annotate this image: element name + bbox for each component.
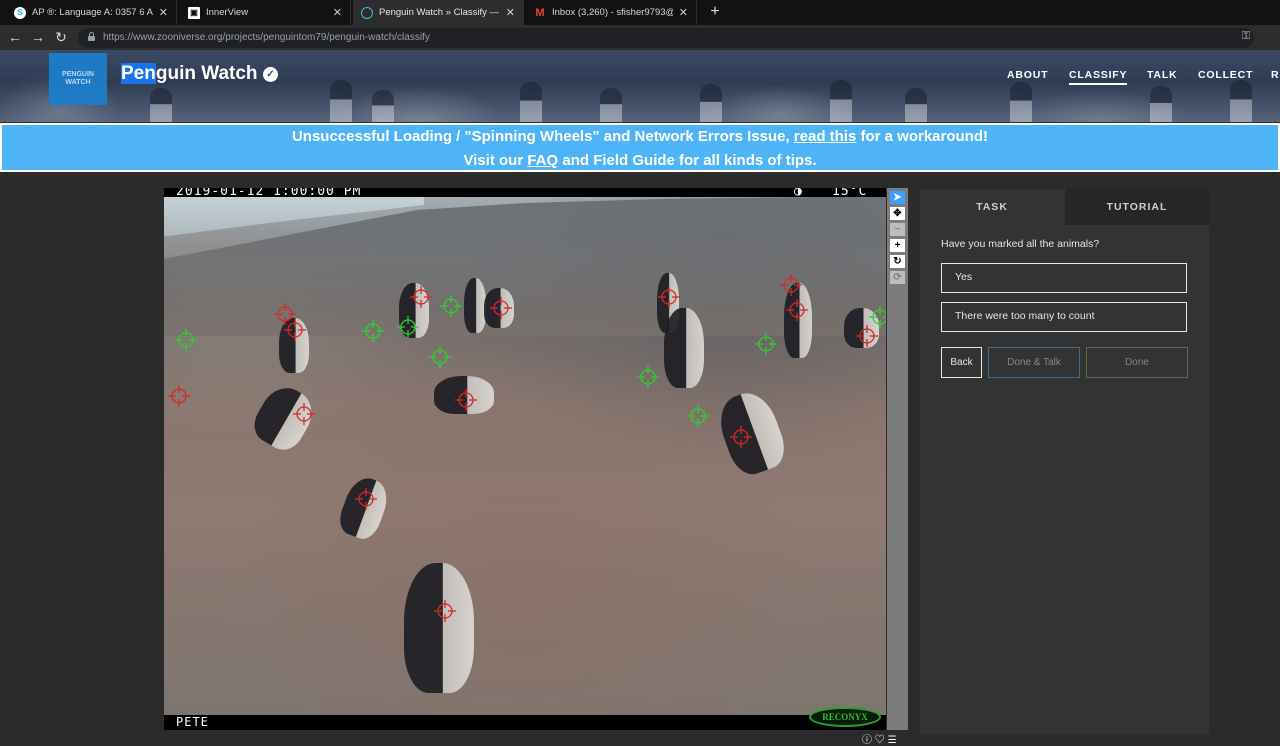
move-tool-icon[interactable]: ✥: [890, 207, 905, 220]
answer-yes[interactable]: Yes: [941, 263, 1187, 293]
red-marker[interactable]: [434, 600, 456, 622]
announcement-banner: Unsuccessful Loading / "Spinning Wheels"…: [0, 123, 1280, 172]
project-logo[interactable]: PENGUIN WATCH: [49, 53, 107, 105]
green-marker[interactable]: [362, 320, 384, 342]
close-icon[interactable]: ✕: [159, 6, 168, 19]
close-icon[interactable]: ✕: [679, 6, 688, 19]
announcement-text: Visit our: [463, 152, 528, 169]
image-tools: ➤ ✥ − + ↻ ⟳: [887, 188, 908, 730]
green-marker[interactable]: [869, 306, 886, 328]
viewer-footer: ⓘ ♡ ☰: [862, 731, 897, 746]
back-arrow-icon[interactable]: ←: [6, 28, 24, 46]
green-marker[interactable]: [755, 333, 777, 355]
gmail-icon: M: [535, 6, 545, 19]
green-marker[interactable]: [440, 295, 462, 317]
done-and-talk-button[interactable]: Done & Talk: [988, 347, 1080, 378]
red-marker[interactable]: [658, 286, 680, 308]
task-question: Have you marked all the animals?: [941, 238, 1100, 250]
marker-layer: [168, 274, 886, 622]
forward-arrow-icon[interactable]: →: [29, 28, 47, 46]
title-rest: guin Watch: [155, 63, 258, 84]
tab-title: Penguin Watch » Classify — Zoo: [379, 7, 500, 18]
reset-icon[interactable]: ⟳: [890, 271, 905, 284]
announcement-text: Unsuccessful Loading / "Spinning Wheels"…: [291, 128, 794, 145]
browser-toolbar: ← → ↻ https://www.zooniverse.org/project…: [0, 25, 1280, 50]
nav-about[interactable]: ABOUT: [1007, 69, 1048, 81]
red-marker[interactable]: [455, 389, 477, 411]
key-icon[interactable]: ⚿: [1242, 30, 1250, 43]
tab-penguin-watch[interactable]: Penguin Watch » Classify — Zoo ✕: [353, 0, 524, 25]
green-marker[interactable]: [175, 329, 197, 351]
close-icon[interactable]: ✕: [506, 6, 515, 19]
subject-image[interactable]: 2019-01-12 1:00:00 PM ◑ 15°C PETE RECONY…: [164, 188, 886, 730]
rotate-icon[interactable]: ↻: [890, 255, 905, 268]
close-icon[interactable]: ✕: [333, 6, 342, 19]
announcement-text: and Field Guide for all kinds of tips.: [558, 152, 817, 169]
green-marker[interactable]: [429, 346, 451, 368]
reload-icon[interactable]: ↻: [52, 28, 70, 46]
red-marker[interactable]: [786, 299, 808, 321]
faq-link[interactable]: FAQ: [527, 152, 558, 169]
tab-tutorial[interactable]: TUTORIAL: [1065, 189, 1209, 225]
url-path: /projects/penguintom79/penguin-watch/cla…: [222, 32, 430, 43]
tab-task[interactable]: TASK: [920, 189, 1064, 225]
red-marker[interactable]: [168, 385, 190, 407]
done-button[interactable]: Done: [1086, 347, 1188, 378]
task-panel: TASK TUTORIAL Have you marked all the an…: [920, 189, 1209, 734]
red-marker[interactable]: [730, 426, 752, 448]
url-domain: https://www.zooniverse.org: [103, 32, 223, 43]
project-title[interactable]: Penguin Watch: [121, 63, 258, 85]
red-marker[interactable]: [856, 325, 878, 347]
panel-tabs: TASK TUTORIAL: [920, 189, 1209, 225]
new-tab-button[interactable]: +: [706, 3, 724, 21]
skype-icon: S: [14, 6, 26, 19]
zoom-out-icon[interactable]: −: [890, 223, 905, 236]
address-bar[interactable]: https://www.zooniverse.org/projects/peng…: [78, 28, 1254, 48]
red-marker[interactable]: [410, 286, 432, 308]
announcement-line-1: Unsuccessful Loading / "Spinning Wheels"…: [2, 128, 1278, 145]
red-marker[interactable]: [284, 319, 306, 341]
pointer-tool-icon[interactable]: ➤: [890, 191, 905, 204]
browser-tab-strip: S AP ®: Language A: 0357 6 AP ® ✕ ▣ Inne…: [0, 0, 1280, 25]
zoom-in-icon[interactable]: +: [890, 239, 905, 252]
green-marker[interactable]: [687, 405, 709, 427]
tab-ap-language[interactable]: S AP ®: Language A: 0357 6 AP ® ✕: [6, 0, 177, 25]
announcement-line-2: Visit our FAQ and Field Guide for all ki…: [2, 152, 1278, 169]
red-marker[interactable]: [490, 297, 512, 319]
red-marker[interactable]: [355, 488, 377, 510]
zooniverse-icon: [361, 6, 373, 19]
innerview-icon: ▣: [188, 6, 200, 19]
red-marker[interactable]: [780, 274, 802, 296]
lock-icon: [88, 32, 95, 41]
tab-title: InnerView: [206, 7, 249, 18]
announcement-text: for a workaround!: [856, 128, 989, 145]
red-marker[interactable]: [274, 303, 296, 325]
logo-text: PENGUIN WATCH: [62, 71, 94, 86]
title-selection: Pen: [121, 63, 156, 84]
tab-innerview[interactable]: ▣ InnerView ✕: [180, 0, 351, 25]
tab-title: AP ®: Language A: 0357 6 AP ®: [32, 7, 153, 18]
tab-gmail[interactable]: M Inbox (3,260) - sfisher9793@gm ✕: [526, 0, 697, 25]
nav-talk[interactable]: TALK: [1147, 69, 1177, 81]
tab-title: Inbox (3,260) - sfisher9793@gm: [552, 7, 673, 18]
read-this-link[interactable]: read this: [794, 128, 857, 145]
red-marker[interactable]: [293, 403, 315, 425]
green-marker[interactable]: [637, 366, 659, 388]
nav-recents[interactable]: R: [1271, 69, 1279, 81]
nav-classify[interactable]: CLASSIFY: [1069, 69, 1128, 85]
back-button[interactable]: Back: [941, 347, 982, 378]
verified-badge-icon: ✓: [263, 67, 278, 82]
url-text[interactable]: https://www.zooniverse.org/projects/peng…: [103, 32, 430, 43]
green-marker[interactable]: [397, 316, 419, 338]
answer-too-many[interactable]: There were too many to count: [941, 302, 1187, 332]
nav-collect[interactable]: COLLECT: [1198, 69, 1253, 81]
project-header: PENGUIN WATCH Penguin Watch ✓ ABOUT CLAS…: [0, 50, 1280, 122]
